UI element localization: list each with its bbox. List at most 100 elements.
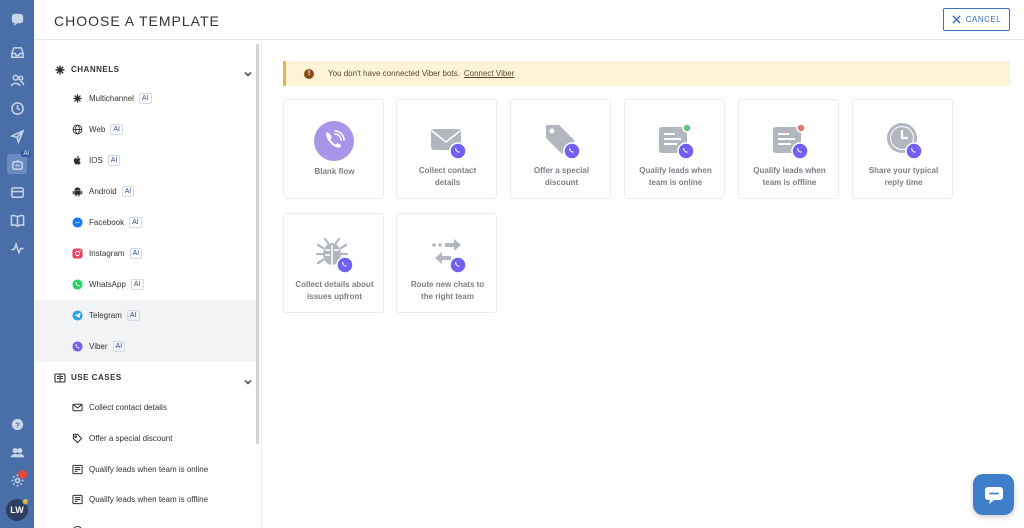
use-case-item[interactable]: Qualify leads when team is offline: [34, 484, 258, 515]
template-label: Route new chats to: [410, 280, 485, 289]
send-icon[interactable]: [7, 126, 27, 146]
template-label: details: [434, 178, 461, 187]
channel-label: IOS: [89, 156, 103, 165]
chatbots-icon[interactable]: AI: [7, 151, 31, 174]
template-card-collect-contact[interactable]: Collect contact details: [396, 99, 497, 199]
connect-viber-link[interactable]: Connect Viber: [464, 69, 515, 78]
template-card-qualify-online[interactable]: Qualify leads when team is online: [624, 99, 725, 199]
chevron-down-icon: [244, 65, 252, 77]
chat-launcher-button[interactable]: [973, 474, 1014, 515]
app-rail: AI ? LW: [0, 0, 34, 528]
template-card-offer-discount[interactable]: Offer a special discount: [510, 99, 611, 199]
use-case-item-partial[interactable]: [34, 515, 258, 528]
channel-item-viber[interactable]: Viber AI: [34, 331, 258, 362]
template-card-collect-issues[interactable]: Collect details about issues upfront: [283, 213, 384, 313]
instagram-icon: [72, 248, 83, 259]
channel-label: WhatsApp: [89, 280, 126, 289]
warning-icon: !: [304, 68, 314, 79]
channel-item-instagram[interactable]: Instagram AI: [34, 238, 258, 269]
ai-badge: AI: [121, 186, 135, 197]
use-cases-section-header[interactable]: USE CASES: [34, 362, 261, 392]
channel-item-web[interactable]: Web AI: [34, 114, 258, 145]
logo-icon[interactable]: [7, 9, 27, 29]
channel-item-telegram[interactable]: Telegram AI: [34, 300, 258, 331]
whatsapp-icon: [72, 279, 83, 290]
form-icon: [72, 494, 83, 505]
template-label: the right team: [421, 292, 474, 301]
route-arrows-viber-icon: [427, 234, 469, 276]
use-cases-icon: [54, 371, 66, 383]
channels-section-header[interactable]: CHANNELS: [34, 54, 261, 84]
channel-item-android[interactable]: Android AI: [34, 176, 258, 207]
channel-label: Instagram: [89, 249, 125, 258]
channel-label: Web: [89, 125, 106, 134]
history-icon[interactable]: [7, 98, 27, 118]
ai-badge: AI: [107, 155, 121, 166]
use-case-item[interactable]: Qualify leads when team is online: [34, 454, 258, 485]
help-icon[interactable]: ?: [7, 414, 27, 434]
template-label: reply time: [884, 178, 923, 187]
template-card-qualify-offline[interactable]: Qualify leads when team is offline: [738, 99, 839, 199]
rail-ai-badge: AI: [21, 151, 31, 157]
contacts-icon[interactable]: [7, 70, 27, 90]
envelope-icon: [72, 402, 83, 413]
template-label: team is online: [648, 178, 703, 187]
alert-text: You don't have connected Viber bots.: [328, 69, 460, 78]
chat-bubble-icon: [984, 486, 1003, 504]
ai-badge: AI: [129, 248, 143, 259]
svg-text:?: ?: [15, 420, 20, 429]
use-case-label: Offer a special discount: [89, 434, 173, 443]
use-case-label: Qualify leads when team is offline: [89, 495, 209, 504]
channel-label: Multichannel: [89, 94, 134, 103]
ai-badge: AI: [112, 341, 126, 352]
use-case-item[interactable]: Offer a special discount: [34, 423, 258, 454]
clock-viber-icon: [883, 120, 925, 162]
template-label: discount: [544, 178, 579, 187]
use-case-label: Collect contact details: [89, 403, 167, 412]
widget-icon[interactable]: [7, 182, 27, 202]
tag-icon: [72, 433, 83, 444]
template-label: Qualify leads when: [753, 166, 826, 175]
bug-viber-icon: [314, 234, 356, 276]
template-label: team is offline: [762, 178, 817, 187]
viber-warning-banner: ! You don't have connected Viber bots. Co…: [283, 61, 1010, 86]
template-sidebar: CHANNELS Multichannel AI Web AI IOS AI Andr…: [34, 40, 262, 528]
template-card-route-chats[interactable]: Route new chats to the right team: [396, 213, 497, 313]
channel-label: Telegram: [89, 311, 122, 320]
use-case-item[interactable]: Collect contact details: [34, 392, 258, 423]
template-label: Offer a special: [533, 166, 590, 175]
channel-item-multichannel[interactable]: Multichannel AI: [34, 83, 258, 114]
telegram-icon: [72, 310, 83, 321]
close-icon: [952, 15, 961, 24]
sidebar-scrollbar[interactable]: [256, 44, 259, 444]
channels-section-label: CHANNELS: [71, 64, 120, 74]
page-header: CHOOSE A TEMPLATE CANCEL: [34, 0, 1024, 40]
settings-gear-icon[interactable]: [7, 470, 27, 490]
viber-icon: [72, 341, 83, 352]
channel-item-ios[interactable]: IOS AI: [34, 145, 258, 176]
use-cases-section-label: USE CASES: [71, 372, 122, 382]
template-label: Blank flow: [314, 167, 355, 176]
channel-item-facebook[interactable]: Facebook AI: [34, 207, 258, 238]
messenger-icon: [72, 217, 83, 228]
template-label: Qualify leads when: [639, 166, 712, 175]
ai-badge: AI: [110, 124, 123, 135]
use-case-label: Qualify leads when team is online: [89, 465, 209, 474]
knowledge-book-icon[interactable]: [7, 210, 27, 230]
inbox-icon[interactable]: [7, 42, 27, 62]
cancel-button[interactable]: CANCEL: [943, 8, 1010, 31]
channel-label: Facebook: [89, 218, 125, 227]
team-icon[interactable]: [7, 442, 27, 462]
page-title: CHOOSE A TEMPLATE: [54, 13, 220, 29]
channels-icon: [54, 63, 66, 75]
form-online-viber-icon: [655, 120, 697, 162]
template-card-blank-flow[interactable]: Blank flow: [283, 99, 384, 199]
template-label: Collect contact: [418, 166, 477, 175]
template-card-reply-time[interactable]: Share your typical reply time: [852, 99, 953, 199]
envelope-viber-icon: [427, 120, 469, 162]
channel-item-whatsapp[interactable]: WhatsApp AI: [34, 269, 258, 300]
viber-phone-icon: [313, 120, 355, 162]
analytics-icon[interactable]: [7, 238, 27, 258]
tag-viber-icon: [541, 120, 583, 162]
ai-badge: AI: [130, 279, 144, 290]
